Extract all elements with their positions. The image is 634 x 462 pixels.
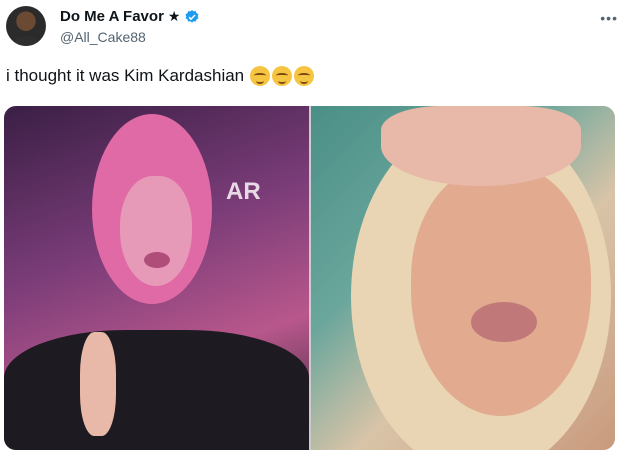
- more-options-icon[interactable]: •••: [600, 10, 618, 26]
- sign-text: AR: [226, 178, 261, 205]
- avatar[interactable]: [6, 6, 46, 46]
- tweet-text: i thought it was Kim Kardashian: [6, 66, 315, 86]
- relieved-face-emoji-icon: [272, 66, 293, 86]
- relieved-face-emoji-icon: [250, 66, 271, 86]
- tweet-media[interactable]: AR: [4, 106, 615, 450]
- tweet-header: Do Me A Favor ★ @All_Cake88: [60, 8, 200, 45]
- media-photo-left[interactable]: AR: [4, 106, 309, 450]
- tweet-body: i thought it was Kim Kardashian: [6, 66, 245, 85]
- display-name[interactable]: Do Me A Favor: [60, 8, 164, 25]
- relieved-face-emojis: [250, 66, 315, 86]
- media-photo-right[interactable]: [310, 106, 615, 450]
- star-icon: ★: [167, 8, 181, 24]
- user-handle[interactable]: @All_Cake88: [60, 29, 200, 45]
- relieved-face-emoji-icon: [294, 66, 315, 86]
- verified-badge-icon: [186, 9, 199, 23]
